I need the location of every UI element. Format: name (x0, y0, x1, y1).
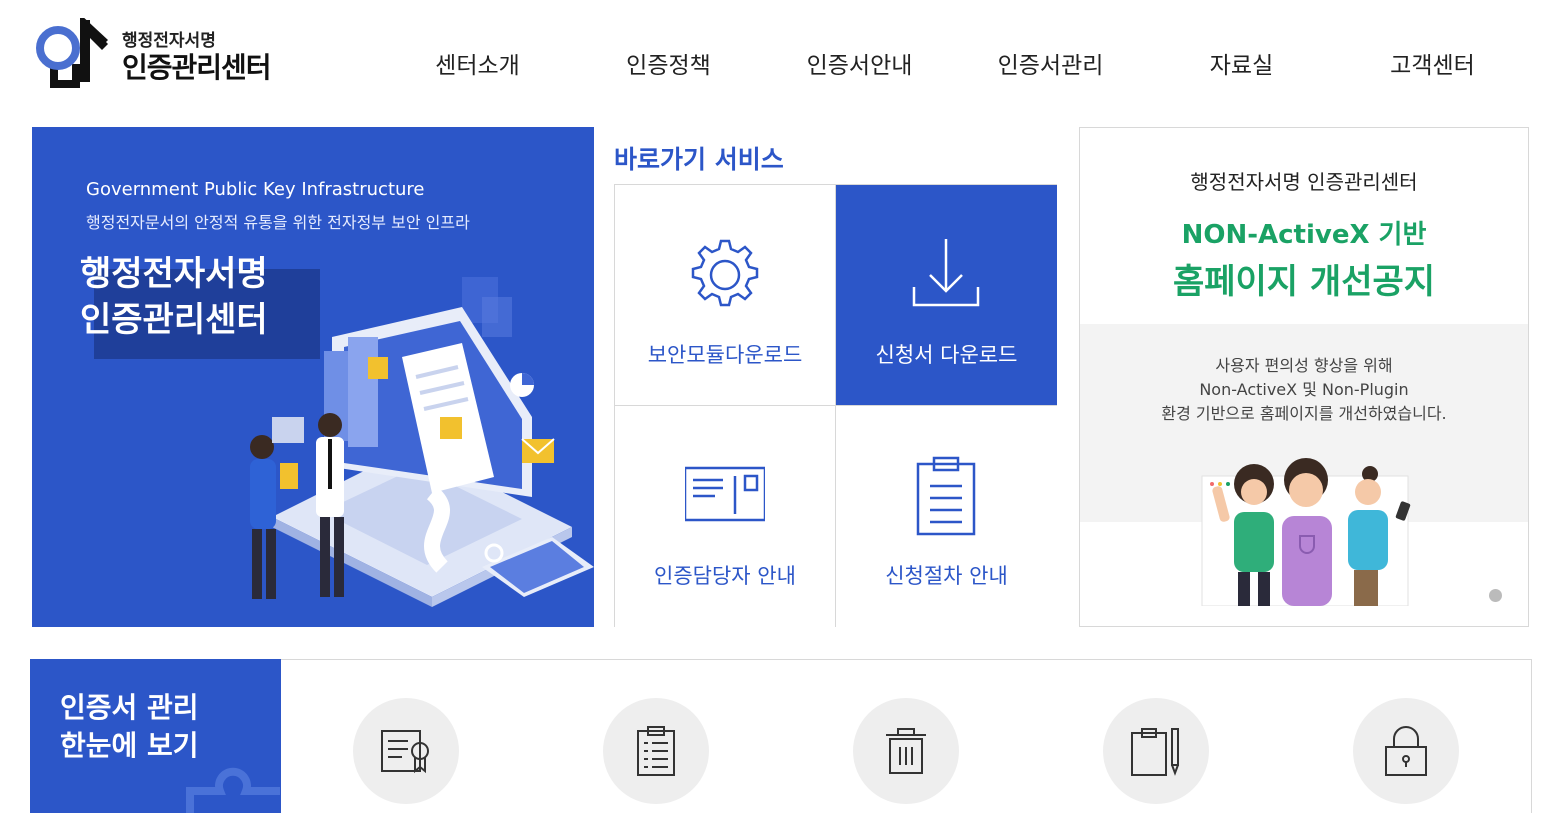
quick-service-title: 바로가기 서비스 (614, 145, 784, 174)
notice-banner[interactable]: 행정전자서명 인증관리센터 NON-ActiveX 기반 홈페이지 개선공지 사… (1079, 127, 1529, 627)
notice-title: 홈페이지 개선공지 (1172, 262, 1436, 302)
cert-apply-button[interactable] (1103, 698, 1209, 804)
logo-mark-icon (36, 18, 108, 88)
quick-label: 보안모듈다운로드 (647, 343, 803, 367)
logo-title: 인증관리센터 (122, 51, 272, 84)
hero-korean-subtitle: 행정전자문서의 안정적 유통을 위한 전자정부 보안 인프라 (86, 213, 470, 232)
cert-management-header: 인증서 관리 한눈에 보기 (30, 659, 281, 813)
hero-banner: Government Public Key Infrastructure 행정전… (32, 127, 594, 627)
people-illustration (1201, 458, 1411, 606)
cert-status-button[interactable] (603, 698, 709, 804)
trash-icon (886, 728, 926, 774)
notice-body-line2: Non-ActiveX 및 Non-Plugin (1199, 380, 1409, 399)
notice-heading: 행정전자서명 인증관리센터 (1190, 170, 1418, 194)
gear-icon (691, 239, 759, 307)
nav-item-library[interactable]: 자료실 (1146, 46, 1337, 86)
cert-management-section: 인증서 관리 한눈에 보기 (30, 659, 1532, 813)
hero-laptop-people-illustration (250, 277, 594, 607)
quick-label: 인증담당자 안내 (654, 564, 796, 588)
cert-management-title: 인증서 관리 한눈에 보기 (60, 689, 199, 765)
quick-service-grid: 보안모듈다운로드 신청서 다운로드 인증담당자 안내 신청절차 안내 (614, 184, 1057, 627)
quick-application-download[interactable]: 신청서 다운로드 (836, 185, 1057, 406)
cert-management-title-line2: 한눈에 보기 (60, 729, 199, 762)
quick-security-module-download[interactable]: 보안모듈다운로드 (615, 185, 836, 406)
clipboard-pen-icon (1131, 728, 1179, 776)
cert-revoke-button[interactable] (853, 698, 959, 804)
header: 행정전자서명 인증관리센터 센터소개 인증정책 인증서안내 인증서관리 자료실 … (0, 0, 1544, 110)
certificate-icon (381, 730, 429, 774)
lock-icon (1385, 726, 1427, 776)
clipboard-icon (916, 456, 976, 536)
nav-item-cert-manage[interactable]: 인증서관리 (955, 46, 1146, 86)
quick-application-procedure[interactable]: 신청절차 안내 (836, 406, 1057, 627)
hero-english-subtitle: Government Public Key Infrastructure (86, 179, 425, 200)
nav-item-cert-policy[interactable]: 인증정책 (573, 46, 764, 86)
carousel-dot[interactable] (1489, 589, 1502, 602)
download-icon (912, 239, 980, 307)
cert-management-title-line1: 인증서 관리 (60, 691, 199, 724)
nav-item-customer-center[interactable]: 고객센터 (1337, 46, 1528, 86)
notice-body-line3: 환경 기반으로 홈페이지를 개선하였습니다. (1161, 404, 1447, 423)
checklist-icon (637, 726, 675, 776)
notice-subheading: NON-ActiveX 기반 (1181, 220, 1427, 250)
notice-body-line1: 사용자 편의성 향상을 위해 (1215, 356, 1393, 375)
notice-body: 사용자 편의성 향상을 위해 Non-ActiveX 및 Non-Plugin … (1080, 354, 1528, 426)
cert-issue-button[interactable] (353, 698, 459, 804)
quick-label: 신청서 다운로드 (875, 343, 1018, 367)
main-nav: 센터소개 인증정책 인증서안내 인증서관리 자료실 고객센터 (382, 46, 1532, 86)
cert-password-button[interactable] (1353, 698, 1459, 804)
site-logo[interactable]: 행정전자서명 인증관리센터 (36, 18, 296, 92)
quick-label: 신청절차 안내 (885, 564, 1008, 588)
nav-item-center-intro[interactable]: 센터소개 (382, 46, 573, 86)
nav-item-cert-guide[interactable]: 인증서안내 (764, 46, 955, 86)
mail-card-icon (685, 466, 765, 522)
puzzle-decoration-icon (186, 767, 280, 813)
quick-cert-manager-guide[interactable]: 인증담당자 안내 (615, 406, 836, 627)
